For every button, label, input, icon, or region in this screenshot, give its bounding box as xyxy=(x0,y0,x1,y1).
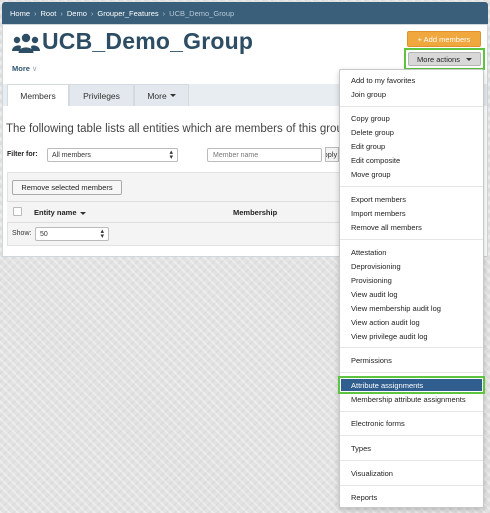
chevron-down-icon: ∨ xyxy=(31,64,38,73)
select-arrows-icon: ▴ ▾ xyxy=(100,228,104,240)
menu-item-view-action-audit-log[interactable]: View action audit log xyxy=(351,318,420,327)
breadcrumb-separator: › xyxy=(34,8,37,18)
menu-item-add-to-favorites[interactable]: Add to my favorites xyxy=(351,76,415,85)
menu-divider xyxy=(340,347,483,348)
sort-caret-icon xyxy=(79,211,86,215)
column-entity-name[interactable]: Entity name xyxy=(34,208,86,217)
menu-divider xyxy=(340,411,483,412)
menu-item-delete-group[interactable]: Delete group xyxy=(351,128,394,137)
menu-divider xyxy=(340,186,483,187)
menu-divider xyxy=(340,372,483,373)
more-link[interactable]: More ∨ xyxy=(12,64,37,73)
column-membership: Membership xyxy=(233,208,278,217)
members-intro-text: The following table lists all entities w… xyxy=(6,123,353,135)
menu-divider xyxy=(340,460,483,461)
show-label: Show: xyxy=(12,230,32,237)
menu-item-export-members[interactable]: Export members xyxy=(351,195,406,204)
select-arrows-icon: ▴ ▾ xyxy=(169,149,173,161)
breadcrumb: Home › Root › Demo › Grouper_Features › … xyxy=(2,2,488,24)
menu-item-import-members[interactable]: Import members xyxy=(351,209,406,218)
breadcrumb-grouper-features[interactable]: Grouper_Features xyxy=(97,9,158,18)
menu-item-join-group[interactable]: Join group xyxy=(351,90,386,99)
breadcrumb-home[interactable]: Home xyxy=(10,9,30,18)
group-icon xyxy=(12,33,40,53)
remove-selected-members-button[interactable]: Remove selected members xyxy=(12,180,122,195)
more-actions-button[interactable]: More actions xyxy=(408,52,481,66)
filter-select-value: All members xyxy=(52,151,91,159)
menu-item-deprovisioning[interactable]: Deprovisioning xyxy=(351,262,401,271)
filter-label: Filter for: xyxy=(7,151,38,158)
tab-more[interactable]: More xyxy=(134,84,189,106)
page-size-value: 50 xyxy=(40,230,48,238)
menu-item-remove-all-members[interactable]: Remove all members xyxy=(351,223,422,232)
menu-item-view-privilege-audit-log[interactable]: View privilege audit log xyxy=(351,332,428,341)
menu-item-permissions[interactable]: Permissions xyxy=(351,356,392,365)
add-members-button[interactable]: + Add members xyxy=(407,31,481,47)
column-entity-name-label: Entity name xyxy=(34,208,77,217)
more-actions-label: More actions xyxy=(417,54,460,64)
menu-item-edit-composite[interactable]: Edit composite xyxy=(351,156,400,165)
tab-more-label: More xyxy=(147,90,167,101)
menu-item-edit-group[interactable]: Edit group xyxy=(351,142,385,151)
breadcrumb-root[interactable]: Root xyxy=(41,9,57,18)
more-link-label: More xyxy=(12,64,30,73)
menu-item-view-audit-log[interactable]: View audit log xyxy=(351,290,398,299)
menu-divider xyxy=(340,239,483,240)
menu-item-view-membership-audit-log[interactable]: View membership audit log xyxy=(351,304,441,313)
breadcrumb-current: UCB_Demo_Group xyxy=(169,8,235,18)
breadcrumb-demo[interactable]: Demo xyxy=(67,9,87,18)
select-all-checkbox[interactable] xyxy=(13,207,22,216)
apply-filter-button[interactable]: Apply filter xyxy=(325,147,339,162)
more-actions-highlight: More actions xyxy=(404,48,485,70)
menu-item-reports[interactable]: Reports xyxy=(351,493,377,502)
menu-item-visualization[interactable]: Visualization xyxy=(351,469,393,478)
tab-privileges[interactable]: Privileges xyxy=(69,84,134,106)
menu-item-move-group[interactable]: Move group xyxy=(351,170,391,179)
menu-item-types[interactable]: Types xyxy=(351,444,371,453)
menu-divider xyxy=(340,106,483,107)
menu-item-copy-group[interactable]: Copy group xyxy=(351,114,390,123)
caret-down-icon xyxy=(465,57,472,61)
menu-divider xyxy=(340,435,483,436)
member-name-input[interactable] xyxy=(207,148,322,162)
breadcrumb-separator: › xyxy=(60,8,63,18)
page-title: UCB_Demo_Group xyxy=(42,28,254,54)
menu-divider xyxy=(340,485,483,486)
menu-item-provisioning[interactable]: Provisioning xyxy=(351,276,392,285)
menu-item-attribute-assignments[interactable]: Attribute assignments xyxy=(341,379,482,391)
apply-filter-label: Apply filter xyxy=(326,150,338,159)
page-size-select[interactable]: 50 ▴ ▾ xyxy=(35,227,109,241)
menu-item-electronic-forms[interactable]: Electronic forms xyxy=(351,419,405,428)
filter-select[interactable]: All members ▴ ▾ xyxy=(47,148,178,162)
menu-item-highlight: Attribute assignments xyxy=(338,376,485,394)
menu-item-attestation[interactable]: Attestation xyxy=(351,248,386,257)
breadcrumb-separator: › xyxy=(162,8,166,18)
breadcrumb-separator: › xyxy=(90,8,94,18)
tab-members[interactable]: Members xyxy=(7,84,69,106)
caret-down-icon xyxy=(169,94,176,97)
menu-item-membership-attribute-assignments[interactable]: Membership attribute assignments xyxy=(351,395,466,404)
